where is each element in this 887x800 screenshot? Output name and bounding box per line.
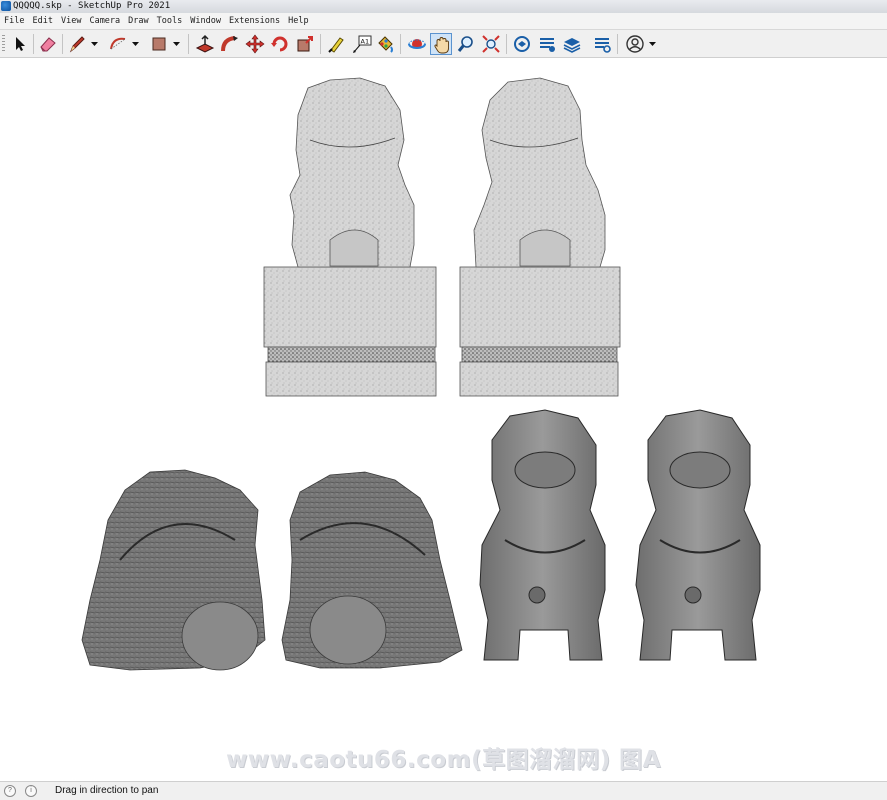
menu-help[interactable]: Help (284, 13, 312, 29)
follow-me-button[interactable] (219, 33, 241, 55)
move-icon (245, 34, 265, 54)
paint-bucket-button[interactable] (374, 33, 396, 55)
toolbar-separator (33, 34, 34, 54)
layout-button[interactable] (561, 33, 583, 55)
arrow-cursor-icon (16, 37, 25, 51)
guardian-lion-left[interactable] (479, 409, 606, 661)
pan-tool-button[interactable] (430, 33, 452, 55)
title-bar: QQQQQ.skp - SketchUp Pro 2021 (0, 0, 887, 13)
zoom-extents-button[interactable] (480, 33, 502, 55)
toolbar-separator (506, 34, 507, 54)
select-tool-button[interactable] (8, 33, 30, 55)
large-tool-set-toolbar: A1 (0, 30, 887, 58)
model-scene[interactable] (0, 59, 887, 780)
watermark-text: www.caotu66.com(草图溜溜网) 图A (226, 747, 661, 773)
zoom-extents-icon (482, 35, 500, 53)
status-bar: ? i Drag in direction to pan (0, 781, 887, 800)
menu-camera[interactable]: Camera (85, 13, 124, 29)
orbit-tool-button[interactable] (406, 33, 428, 55)
rectangle-icon (152, 37, 166, 51)
toolbar-separator (320, 34, 321, 54)
text-tool-glyph: A1 (361, 38, 370, 46)
extension-warehouse-icon (540, 38, 555, 52)
chevron-down-icon (649, 42, 656, 46)
toolbar-separator (617, 34, 618, 54)
toolbar-separator (62, 34, 63, 54)
3d-warehouse-button[interactable] (511, 33, 533, 55)
scale-icon (297, 36, 313, 52)
toolbar-separator (188, 34, 189, 54)
chevron-down-icon (173, 42, 180, 46)
guardian-lion-right[interactable] (635, 409, 761, 661)
text-tool-button[interactable]: A1 (350, 33, 372, 55)
pencil-icon (69, 36, 85, 53)
menu-window[interactable]: Window (186, 13, 225, 29)
model-viewport[interactable] (0, 59, 887, 780)
menu-view[interactable]: View (57, 13, 85, 29)
push-pull-button[interactable] (194, 33, 216, 55)
magnifier-icon (457, 36, 473, 52)
paint-bucket-icon (378, 36, 393, 53)
menu-tools[interactable]: Tools (153, 13, 187, 29)
window-title: QQQQQ.skp - SketchUp Pro 2021 (13, 1, 171, 11)
menu-edit[interactable]: Edit (28, 13, 56, 29)
chevron-down-icon (91, 42, 98, 46)
orbit-icon (408, 39, 426, 49)
line-tool-button[interactable] (66, 33, 88, 55)
arc-tool-dropdown[interactable] (131, 33, 140, 55)
follow-me-icon (221, 36, 238, 52)
granite-lion-statue-right[interactable] (459, 77, 621, 397)
toolbar-separator (400, 34, 401, 54)
carved-lion-relief-right[interactable] (281, 471, 463, 669)
extension-warehouse-button[interactable] (536, 33, 558, 55)
sketchup-app-icon[interactable] (1, 1, 11, 11)
account-button[interactable] (624, 33, 646, 55)
arc-icon (110, 37, 126, 50)
tape-measure-icon (328, 37, 344, 53)
menu-draw[interactable]: Draw (124, 13, 152, 29)
hand-icon (434, 37, 449, 54)
account-dropdown[interactable] (648, 33, 657, 55)
tape-measure-button[interactable] (325, 33, 347, 55)
layers-icon (563, 38, 581, 53)
menu-file[interactable]: File (0, 13, 28, 29)
chevron-down-icon (132, 42, 139, 46)
text-icon: A1 (353, 35, 372, 53)
menu-extensions[interactable]: Extensions (225, 13, 284, 29)
shape-tool-button[interactable] (148, 33, 170, 55)
rotate-tool-button[interactable] (269, 33, 291, 55)
info-icon[interactable]: i (25, 785, 37, 797)
menu-bar: File Edit View Camera Draw Tools Window Extensi… (0, 13, 887, 30)
rotate-icon (271, 36, 288, 52)
eraser-icon (40, 37, 56, 52)
scale-tool-button[interactable] (294, 33, 316, 55)
move-tool-button[interactable] (244, 33, 266, 55)
extension-manager-icon (595, 38, 611, 53)
user-icon (626, 35, 644, 53)
geo-location-icon[interactable]: ? (4, 785, 16, 797)
line-tool-dropdown[interactable] (90, 33, 99, 55)
eraser-tool-button[interactable] (37, 33, 59, 55)
status-message: Drag in direction to pan (55, 785, 159, 796)
arc-tool-button[interactable] (107, 33, 129, 55)
toolbar-grip[interactable] (2, 35, 5, 53)
warehouse-icon (514, 36, 530, 52)
push-pull-icon (195, 34, 215, 53)
carved-lion-relief-left[interactable] (81, 469, 266, 671)
granite-lion-statue-left[interactable] (263, 77, 437, 397)
shape-tool-dropdown[interactable] (172, 33, 181, 55)
extension-manager-button[interactable] (591, 33, 613, 55)
zoom-tool-button[interactable] (455, 33, 477, 55)
